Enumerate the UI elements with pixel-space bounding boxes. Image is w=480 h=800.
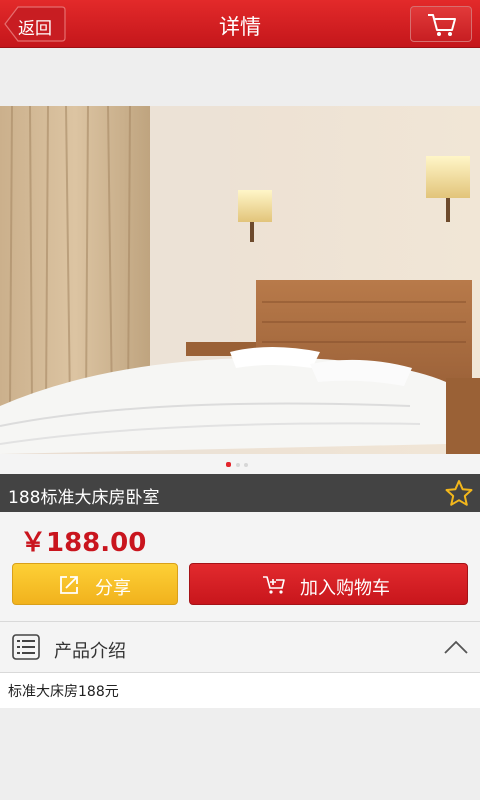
page-title: 详情	[219, 15, 261, 39]
pager-dot[interactable]	[244, 463, 248, 467]
share-button-label: 分享	[95, 578, 131, 599]
pager-dot[interactable]	[236, 463, 240, 467]
add-to-cart-button[interactable]: 加入购物车	[189, 563, 468, 605]
top-bar: 返回 详情	[0, 0, 480, 48]
product-intro-text: 标准大床房188元	[8, 684, 119, 700]
product-intro-body: 标准大床房188元	[0, 673, 480, 708]
image-pager	[0, 454, 480, 474]
favorite-star-icon[interactable]	[444, 479, 474, 507]
add-cart-icon	[263, 576, 285, 594]
list-icon	[12, 634, 40, 660]
chevron-up-icon[interactable]	[444, 640, 468, 654]
price-area: ￥188.00 分享 加入购物车	[0, 512, 480, 622]
share-icon	[60, 576, 78, 594]
product-intro-title: 产品介绍	[54, 641, 126, 662]
product-intro-header[interactable]: 产品介绍	[0, 621, 480, 673]
product-image[interactable]	[0, 106, 480, 454]
product-price: ￥188.00	[20, 528, 147, 558]
share-button[interactable]: 分享	[12, 563, 178, 605]
add-to-cart-label: 加入购物车	[300, 578, 390, 599]
pager-dot-active[interactable]	[226, 462, 231, 467]
product-name-bar: 188标准大床房卧室	[0, 474, 480, 512]
cart-icon	[428, 14, 456, 36]
hotel-room-image	[0, 106, 480, 454]
product-name: 188标准大床房卧室	[8, 488, 160, 508]
cart-button[interactable]	[410, 6, 472, 42]
